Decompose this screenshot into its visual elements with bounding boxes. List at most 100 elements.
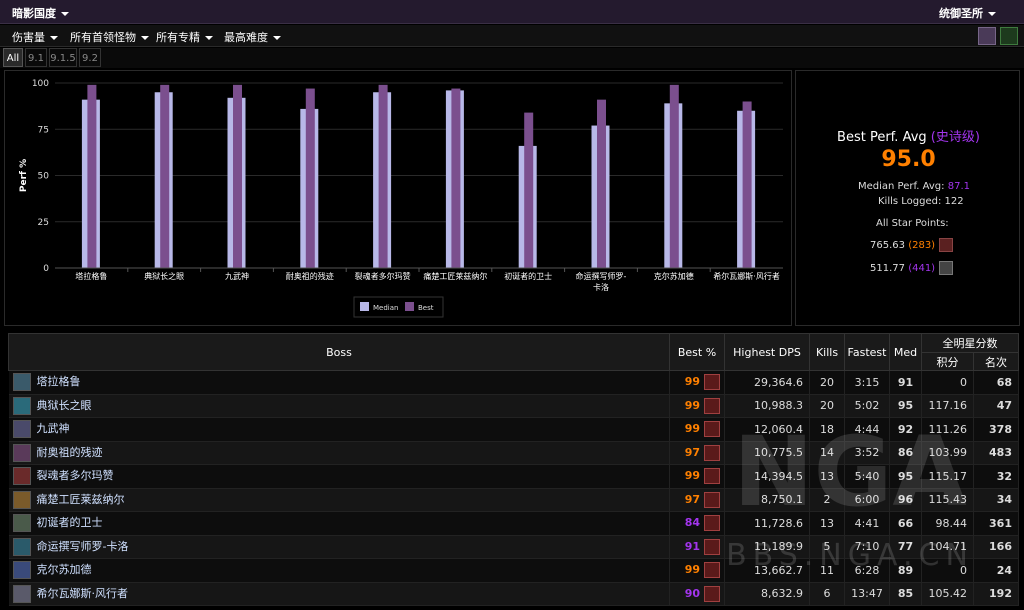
boss-name-cell[interactable]: 裂魂者多尔玛赞 <box>8 464 670 489</box>
spec-icon <box>704 421 720 438</box>
fastest-cell[interactable]: 3:52 <box>844 441 890 465</box>
legend-label-best: Best <box>418 304 434 312</box>
rank-cell[interactable]: 68 <box>973 370 1019 395</box>
table-row[interactable]: 希尔瓦娜斯·风行者 90 8,632.9 6 13:47 85 105.42 192 <box>8 582 1019 606</box>
best-percent: 99 <box>684 398 700 412</box>
boss-icon <box>12 561 31 580</box>
fastest-cell[interactable]: 6:00 <box>844 488 890 512</box>
tab-patch-9-1-5[interactable]: 9.1.5 <box>49 48 77 67</box>
dps-cell[interactable]: 29,364.6 <box>724 370 810 395</box>
boss-name-cell[interactable]: 九武神 <box>8 417 670 442</box>
boss-name-cell[interactable]: 初诞者的卫士 <box>8 511 670 536</box>
table-row[interactable]: 克尔苏加德 99 13,662.7 11 6:28 89 0 24 <box>8 558 1019 583</box>
fastest-cell[interactable]: 5:02 <box>844 394 890 418</box>
dps-cell[interactable]: 11,728.6 <box>724 511 810 536</box>
fastest-cell[interactable]: 6:28 <box>844 558 890 583</box>
dps-cell[interactable]: 11,189.9 <box>724 535 810 559</box>
table-row[interactable]: 初诞者的卫士 84 11,728.6 13 4:41 66 98.44 361 <box>8 511 1019 536</box>
col-header-med[interactable]: Med <box>889 333 922 371</box>
dps-cell[interactable]: 8,632.9 <box>724 582 810 606</box>
spec-icon <box>704 444 720 461</box>
dps-cell[interactable]: 10,988.3 <box>724 394 810 418</box>
boss-name-cell[interactable]: 希尔瓦娜斯·风行者 <box>8 582 670 606</box>
spec-icon <box>704 491 720 508</box>
fastest-cell[interactable]: 7:10 <box>844 535 890 559</box>
col-header-best[interactable]: Best % <box>669 333 725 371</box>
kills-logged-label: Kills Logged: <box>878 196 942 207</box>
points-cell: 111.26 <box>921 417 974 442</box>
chevron-down-icon <box>141 36 149 40</box>
bar-best <box>87 84 97 268</box>
med-cell: 92 <box>889 417 922 442</box>
col-header-rank[interactable]: 名次 <box>973 352 1019 371</box>
col-header-points[interactable]: 积分 <box>921 352 974 371</box>
raid-selector-label: 暗影国度 <box>12 7 56 20</box>
class-icon[interactable] <box>978 27 996 45</box>
fastest-cell[interactable]: 5:40 <box>844 464 890 489</box>
dps-cell[interactable]: 10,775.5 <box>724 441 810 465</box>
dps-cell[interactable]: 14,394.5 <box>724 464 810 489</box>
filter-spec[interactable]: 所有专精 <box>156 29 213 45</box>
col-header-kills[interactable]: Kills <box>809 333 845 371</box>
boss-name-cell[interactable]: 典狱长之眼 <box>8 394 670 418</box>
med-cell: 95 <box>889 464 922 489</box>
boss-name-cell[interactable]: 克尔苏加德 <box>8 558 670 583</box>
table-row[interactable]: 命运撰写师罗-卡洛 91 11,189.9 5 7:10 77 104.71 166 <box>8 535 1019 559</box>
table-row[interactable]: 典狱长之眼 99 10,988.3 20 5:02 95 117.16 47 <box>8 394 1019 418</box>
best-cell: 99 <box>669 464 725 489</box>
fastest-cell[interactable]: 3:15 <box>844 370 890 395</box>
rank-cell[interactable]: 47 <box>973 394 1019 418</box>
boss-icon <box>12 537 31 556</box>
table-row[interactable]: 九武神 99 12,060.4 18 4:44 92 111.26 378 <box>8 417 1019 442</box>
dps-cell[interactable]: 13,662.7 <box>724 558 810 583</box>
raid-selector[interactable]: 暗影国度 <box>12 5 69 21</box>
table-row[interactable]: 塔拉格鲁 99 29,364.6 20 3:15 91 0 68 <box>8 370 1019 395</box>
table-row[interactable]: 裂魂者多尔玛赞 99 14,394.5 13 5:40 95 115.17 32 <box>8 464 1019 489</box>
tab-patch-9-2[interactable]: 9.2 <box>79 48 101 67</box>
dps-cell[interactable]: 8,750.1 <box>724 488 810 512</box>
table-row[interactable]: 耐奥祖的残迹 97 10,775.5 14 3:52 86 103.99 483 <box>8 441 1019 465</box>
points-cell: 115.43 <box>921 488 974 512</box>
rank-cell[interactable]: 378 <box>973 417 1019 442</box>
spec-icon <box>704 397 720 414</box>
med-cell: 96 <box>889 488 922 512</box>
fastest-cell[interactable]: 4:44 <box>844 417 890 442</box>
filter-metric[interactable]: 伤害量 <box>12 29 58 45</box>
tab-patch-9-1[interactable]: 9.1 <box>25 48 47 67</box>
fastest-cell[interactable]: 4:41 <box>844 511 890 536</box>
col-header-dps[interactable]: Highest DPS <box>724 333 810 371</box>
rank-cell[interactable]: 361 <box>973 511 1019 536</box>
server-selector[interactable]: 统御圣所 <box>939 5 996 21</box>
dps-cell[interactable]: 12,060.4 <box>724 417 810 442</box>
rank-cell[interactable]: 166 <box>973 535 1019 559</box>
all-star-points-2: 511.77 <box>870 263 905 274</box>
boss-name-cell[interactable]: 耐奥祖的残迹 <box>8 441 670 465</box>
col-header-fastest[interactable]: Fastest <box>844 333 890 371</box>
x-tick-label: 耐奥祖的残迹 <box>286 271 334 281</box>
points-cell: 105.42 <box>921 582 974 606</box>
boss-name: 九武神 <box>36 422 70 436</box>
best-cell: 91 <box>669 535 725 559</box>
fastest-cell[interactable]: 13:47 <box>844 582 890 606</box>
boss-name: 典狱长之眼 <box>36 398 92 412</box>
med-cell: 85 <box>889 582 922 606</box>
rank-cell[interactable]: 32 <box>973 464 1019 489</box>
spec-icon <box>704 515 720 532</box>
filter-boss[interactable]: 所有首领怪物 <box>70 29 149 45</box>
rank-cell[interactable]: 483 <box>973 441 1019 465</box>
key-icon[interactable] <box>1000 27 1018 45</box>
boss-name-cell[interactable]: 痛楚工匠莱兹纳尔 <box>8 488 670 512</box>
boss-name-cell[interactable]: 塔拉格鲁 <box>8 370 670 395</box>
table-row[interactable]: 痛楚工匠莱兹纳尔 97 8,750.1 2 6:00 96 115.43 34 <box>8 488 1019 512</box>
rank-cell[interactable]: 34 <box>973 488 1019 512</box>
filter-difficulty[interactable]: 最高难度 <box>224 29 281 45</box>
tab-patch-all[interactable]: All <box>3 48 23 67</box>
legend-swatch-median <box>360 302 369 311</box>
spec-icon <box>939 261 954 275</box>
col-header-boss[interactable]: Boss <box>8 333 670 371</box>
best-cell: 99 <box>669 370 725 395</box>
boss-name-cell[interactable]: 命运撰写师罗-卡洛 <box>8 535 670 559</box>
rank-cell[interactable]: 24 <box>973 558 1019 583</box>
kills-cell: 20 <box>809 394 845 418</box>
rank-cell[interactable]: 192 <box>973 582 1019 606</box>
